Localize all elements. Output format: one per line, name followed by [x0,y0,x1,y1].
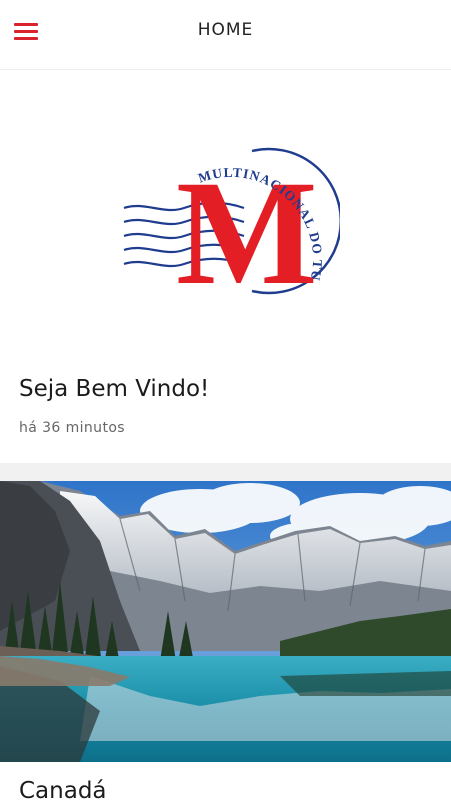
top-app-bar: HOME [0,0,451,70]
post-timestamp: há 36 minutos [19,420,125,436]
feed-card-canada[interactable]: Canadá [0,481,451,800]
company-logo: M MULTINACIONAL DO TURISMO [113,119,343,316]
post-title: Canadá [19,778,107,800]
mountain-lake-landscape [0,481,451,762]
feed-divider [0,463,451,481]
page-title: HOME [197,20,254,40]
feed-card-welcome[interactable]: M MULTINACIONAL DO TURISMO Seja Bem Vind… [0,71,451,463]
app-screen: HOME M MULTINACIONAL DO TU Seja Bem Vind… [0,0,451,800]
multinacional-logo-graphic: M MULTINACIONAL DO TURISMO [113,119,343,316]
post-title: Seja Bem Vindo! [19,376,210,402]
